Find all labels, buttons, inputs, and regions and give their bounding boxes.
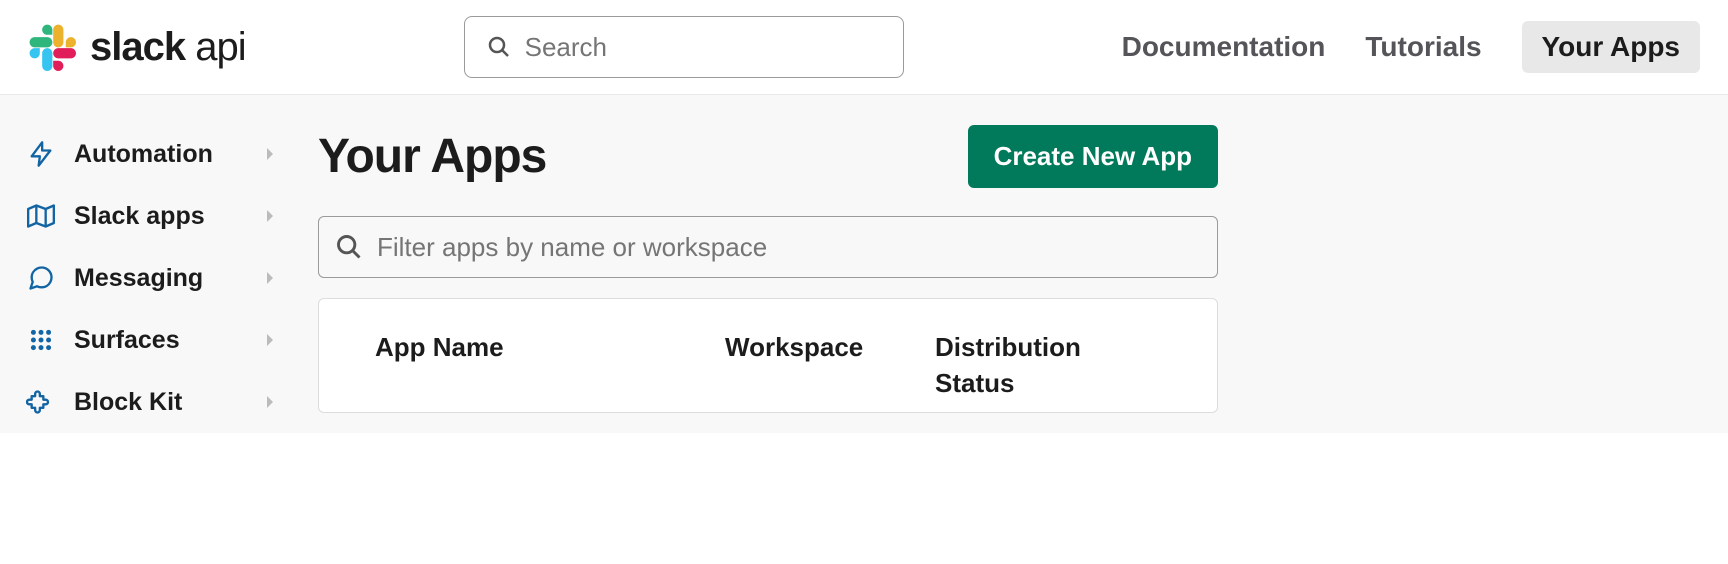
chevron-right-icon [264,208,276,224]
nav-tutorials[interactable]: Tutorials [1365,31,1481,63]
column-header-app-name: App Name [375,329,685,402]
search-icon [335,233,363,261]
logo-text: slack api [90,25,246,70]
column-header-workspace: Workspace [725,329,895,402]
column-header-distribution-status: Distribution Status [935,329,1135,402]
search-input[interactable] [525,32,881,63]
create-new-app-button[interactable]: Create New App [968,125,1218,188]
puzzle-icon [24,385,58,419]
sidebar-item-surfaces[interactable]: Surfaces [16,309,298,371]
filter-apps-bar[interactable] [318,216,1218,278]
nav-your-apps[interactable]: Your Apps [1522,21,1700,73]
filter-apps-input[interactable] [377,232,1201,263]
sidebar-item-label: Automation [74,140,248,169]
sidebar: Automation Slack apps Messaging [0,95,298,433]
slack-api-logo[interactable]: slack api [28,23,246,71]
page-title: Your Apps [318,129,546,184]
slack-logo-icon [28,23,76,71]
chat-icon [24,261,58,295]
lightning-icon [24,137,58,171]
body: Automation Slack apps Messaging [0,95,1728,433]
main-content: Your Apps Create New App App Name Worksp… [298,95,1218,433]
sidebar-item-label: Slack apps [74,202,248,231]
top-bar: slack api Documentation Tutorials Your A… [0,0,1728,95]
chevron-right-icon [264,146,276,162]
sidebar-item-label: Messaging [74,264,248,293]
search-icon [487,35,511,59]
grid-dots-icon [24,323,58,357]
global-search[interactable] [464,16,904,78]
sidebar-item-automation[interactable]: Automation [16,123,298,185]
apps-table: App Name Workspace Distribution Status [318,298,1218,413]
sidebar-item-block-kit[interactable]: Block Kit [16,371,298,433]
chevron-right-icon [264,332,276,348]
sidebar-item-label: Block Kit [74,388,248,417]
sidebar-item-label: Surfaces [74,326,248,355]
top-nav: Documentation Tutorials Your Apps [1122,21,1700,73]
map-icon [24,199,58,233]
table-header-row: App Name Workspace Distribution Status [375,329,1161,402]
sidebar-item-slack-apps[interactable]: Slack apps [16,185,298,247]
sidebar-item-messaging[interactable]: Messaging [16,247,298,309]
chevron-right-icon [264,270,276,286]
page-header: Your Apps Create New App [318,125,1218,188]
chevron-right-icon [264,394,276,410]
nav-documentation[interactable]: Documentation [1122,31,1326,63]
